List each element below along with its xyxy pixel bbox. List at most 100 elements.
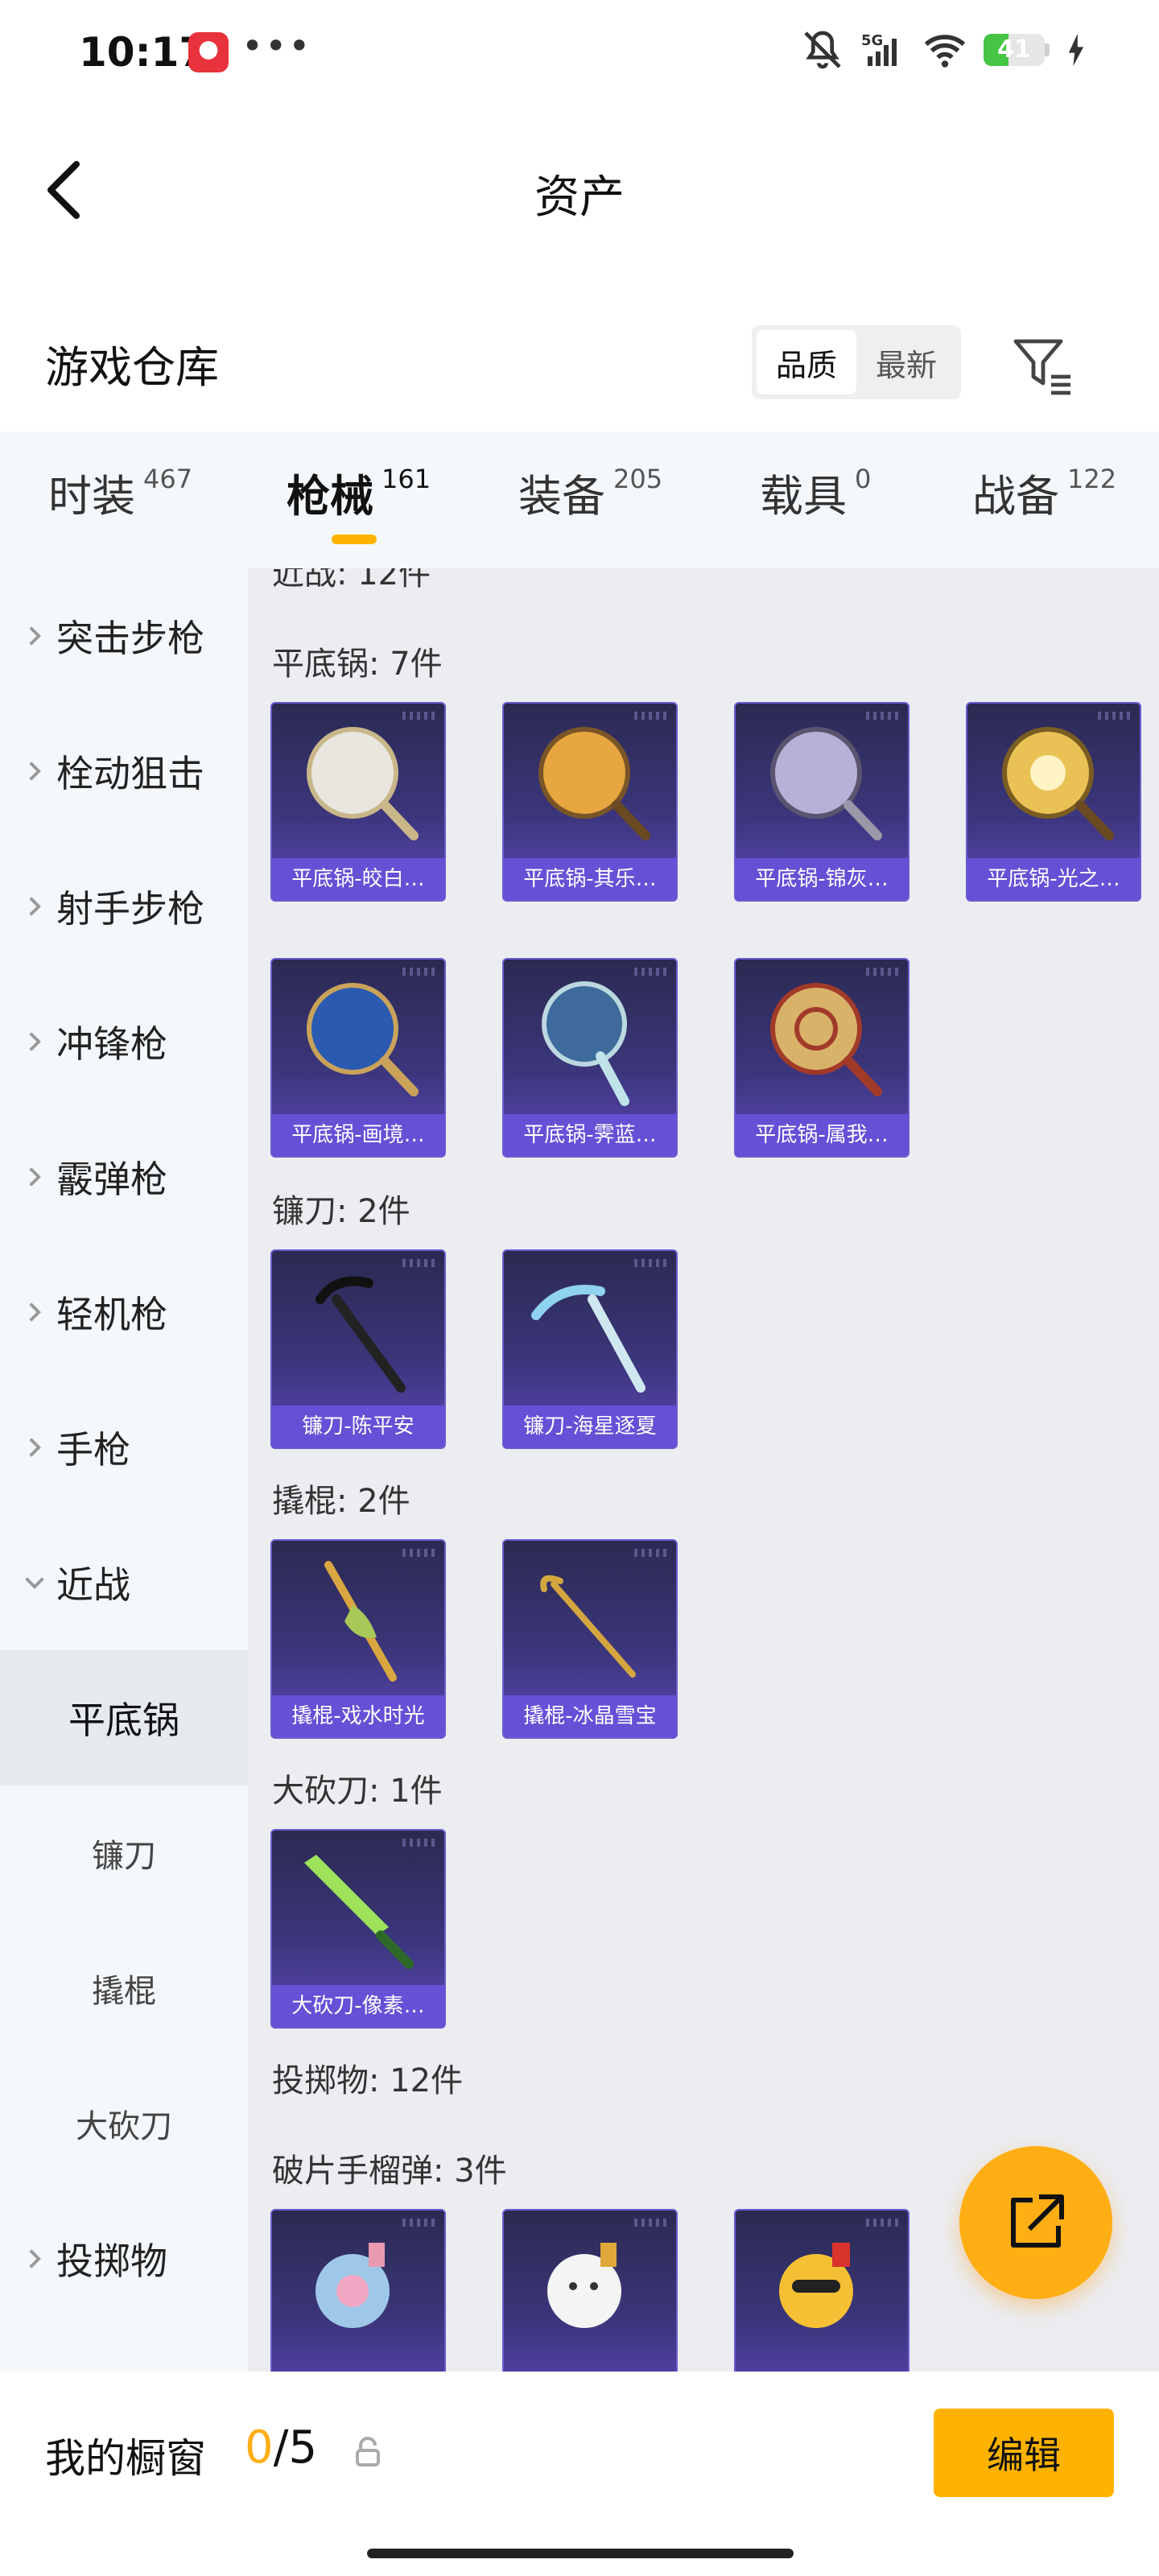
- sort-quality-button[interactable]: 品质: [757, 330, 856, 394]
- tab-label: 时装: [48, 471, 135, 522]
- item-card-sickle[interactable]: 镰刀-海星逐夏: [502, 1249, 678, 1449]
- item-name: 平底锅-属我…: [736, 1114, 908, 1156]
- sidebar-item-label: 撬棍: [92, 1973, 156, 2010]
- item-card-pan[interactable]: 平底锅-霁蓝…: [502, 958, 678, 1158]
- item-name: 平底锅-其乐…: [504, 858, 676, 900]
- section-title: 平底锅: 7件: [272, 646, 443, 683]
- showcase-total: /5: [273, 2421, 318, 2474]
- tab-supplies[interactable]: 战备 122: [972, 460, 1116, 524]
- item-card-crowbar[interactable]: 撬棍-戏水时光: [270, 1539, 446, 1739]
- card-decoration: [402, 712, 435, 720]
- sidebar-item-marksman-rifle[interactable]: 射手步枪: [0, 839, 248, 974]
- section-title: 近战: 12件: [272, 568, 431, 592]
- sidebar-item-label: 射手步枪: [56, 887, 204, 931]
- status-bar: 10:17 ••• 5G 41: [0, 0, 1159, 105]
- pan-icon: [307, 983, 419, 1096]
- item-card-crowbar[interactable]: 撬棍-冰晶雪宝: [502, 1539, 678, 1739]
- sidebar-subitem-pan[interactable]: 平底锅: [0, 1650, 248, 1785]
- lock-icon: [356, 2437, 380, 2467]
- sidebar-item-smg[interactable]: 冲锋枪: [0, 974, 248, 1109]
- sidebar-item-lmg[interactable]: 轻机枪: [0, 1245, 248, 1380]
- item-card-pan[interactable]: 平底锅-光之…: [966, 702, 1141, 902]
- sidebar-item-label: 近战: [56, 1563, 130, 1607]
- chevron-right-icon: [29, 626, 41, 646]
- sidebar-item-throwables[interactable]: 投掷物: [0, 2191, 248, 2326]
- sidebar-item-label: 冲锋枪: [56, 1022, 167, 1066]
- chevron-right-icon: [29, 1438, 41, 1457]
- machete-icon: [304, 1855, 414, 1969]
- sidebar-item-pistol[interactable]: 手枪: [0, 1380, 248, 1515]
- chevron-down-icon: [25, 1577, 44, 1589]
- tab-count: 0: [855, 464, 872, 494]
- section-title: 破片手榴弹: 3件: [272, 2153, 507, 2190]
- card-decoration: [634, 968, 666, 976]
- section-title: 镰刀: 2件: [272, 1193, 410, 1230]
- signal-icon: 5G: [861, 32, 897, 66]
- showcase-bar: 我的橱窗 0/5 编辑: [0, 2372, 1159, 2576]
- card-decoration: [866, 2219, 898, 2227]
- tab-label: 战备: [972, 471, 1059, 522]
- item-card-grenade[interactable]: [502, 2209, 678, 2372]
- wifi-icon: [924, 35, 966, 68]
- section-title: 大砍刀: 1件: [272, 1773, 443, 1810]
- item-card-pan[interactable]: 平底锅-属我…: [734, 958, 909, 1158]
- share-icon: [1011, 2194, 1064, 2248]
- item-card-pan[interactable]: 平底锅-锦灰…: [734, 702, 909, 902]
- sidebar-subitem-sickle[interactable]: 镰刀: [0, 1785, 248, 1921]
- sidebar-item-melee[interactable]: 近战: [0, 1515, 248, 1650]
- sidebar-subitem-machete[interactable]: 大砍刀: [0, 2056, 248, 2191]
- card-decoration: [866, 968, 898, 976]
- pan-icon: [770, 983, 882, 1096]
- category-tabs: 时装 467 枪械 161 装备 205 载具 0 战备 122: [0, 431, 1159, 568]
- pan-icon: [538, 727, 650, 840]
- page-title: 资产: [534, 171, 625, 224]
- chevron-right-icon: [29, 897, 41, 916]
- item-name: 平底锅-光之…: [967, 858, 1140, 900]
- mute-bell-icon: [804, 31, 841, 69]
- tab-count: 122: [1067, 464, 1117, 494]
- pan-icon: [542, 981, 629, 1106]
- sidebar-item-bolt-sniper[interactable]: 栓动狙击: [0, 704, 248, 839]
- sidebar-item-label: 突击步枪: [56, 617, 204, 660]
- showcase-label: 我的橱窗: [45, 2435, 206, 2482]
- sickle-icon: [531, 1285, 645, 1393]
- home-indicator[interactable]: [367, 2549, 794, 2558]
- tab-count: 467: [143, 464, 193, 494]
- tab-label: 载具: [760, 471, 847, 522]
- item-card-pan[interactable]: 平底锅-皎白…: [270, 702, 446, 902]
- item-card-pan[interactable]: 平底锅-画境…: [270, 958, 446, 1158]
- share-fab-button[interactable]: [959, 2146, 1112, 2299]
- card-decoration: [634, 712, 666, 720]
- edit-button[interactable]: 编辑: [934, 2409, 1114, 2497]
- app-notification-icon: [188, 32, 229, 72]
- tab-fashion[interactable]: 时装 467: [48, 460, 192, 524]
- sidebar-item-label: 栓动狙击: [56, 752, 204, 795]
- card-decoration: [402, 1839, 435, 1847]
- sidebar-item-label: 平底锅: [68, 1699, 179, 1742]
- nav-header: 资产: [0, 129, 1159, 250]
- item-card-pan[interactable]: 平底锅-其乐…: [502, 702, 678, 902]
- tab-equipment[interactable]: 装备 205: [518, 460, 662, 524]
- item-card-sickle[interactable]: 镰刀-陈平安: [270, 1249, 446, 1449]
- tab-count: 161: [382, 464, 431, 494]
- sidebar-item-label: 霰弹枪: [56, 1158, 167, 1201]
- sort-newest-button[interactable]: 最新: [856, 330, 956, 394]
- sidebar-item-shotgun[interactable]: 霰弹枪: [0, 1109, 248, 1245]
- grenade-icon: [547, 2243, 621, 2328]
- tab-firearms[interactable]: 枪械 161: [287, 460, 431, 524]
- sidebar-subitem-crowbar[interactable]: 撬棍: [0, 1921, 248, 2056]
- charging-icon: [1068, 33, 1084, 67]
- active-tab-indicator: [332, 535, 377, 544]
- item-card-grenade[interactable]: [734, 2209, 909, 2372]
- tab-label: 枪械: [287, 471, 373, 522]
- item-card-grenade[interactable]: [270, 2209, 446, 2372]
- tab-vehicles[interactable]: 载具 0: [760, 460, 871, 524]
- filter-icon[interactable]: [1009, 332, 1074, 396]
- card-decoration: [402, 968, 435, 976]
- pan-icon: [307, 727, 419, 840]
- card-decoration: [866, 712, 898, 720]
- item-card-machete[interactable]: 大砍刀-像素…: [270, 1829, 446, 2029]
- card-decoration: [402, 1259, 435, 1267]
- sidebar-item-assault-rifle[interactable]: 突击步枪: [0, 568, 248, 704]
- battery-icon: 41: [984, 34, 1050, 66]
